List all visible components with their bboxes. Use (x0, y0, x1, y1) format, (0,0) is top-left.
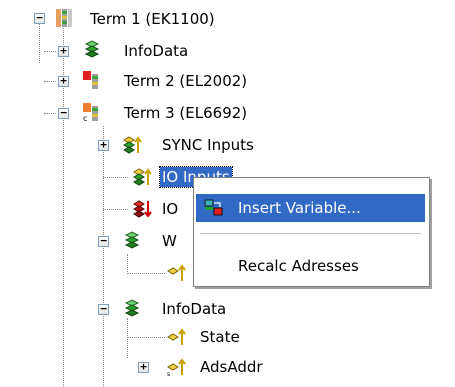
expand-icon[interactable]: + (58, 45, 69, 57)
expand-icon[interactable]: + (58, 75, 69, 87)
tree-guide-line (127, 318, 128, 358)
tree-guide-line (127, 254, 128, 274)
digital-output-terminal-icon (83, 71, 98, 89)
tree-guide-line (103, 177, 128, 178)
expand-icon[interactable]: + (138, 361, 149, 373)
context-menu: Insert Variable... Recalc Adresses (193, 177, 430, 287)
input-variable-icon (133, 168, 152, 186)
tree-item-label: IO (162, 200, 179, 218)
bridge-terminal-icon: c (83, 103, 98, 122)
tree-guide-line (44, 51, 56, 52)
tree-item-label: Term 2 (EL2002) (124, 72, 248, 90)
expand-icon[interactable]: + (98, 139, 109, 151)
infodata-icon (124, 299, 140, 317)
output-variable-icon (133, 200, 152, 218)
infodata-icon (124, 231, 140, 249)
tree-item-label: Term 3 (EL6692) (124, 104, 248, 122)
input-variable-icon: s (167, 358, 186, 377)
tree-item-label: W (162, 232, 177, 250)
menu-item-recalc-adresses[interactable]: Recalc Adresses (196, 252, 425, 280)
input-variable-icon (167, 264, 186, 281)
collapse-icon[interactable]: − (98, 235, 109, 247)
menu-separator (200, 233, 421, 235)
menu-item-label: Insert Variable... (238, 199, 361, 217)
tree-item-label: InfoData (124, 42, 189, 60)
infodata-icon (84, 40, 100, 58)
tree-item-label: SYNC Inputs (162, 136, 254, 154)
input-variable-icon (167, 328, 186, 345)
tree-guide-line (127, 273, 165, 274)
tree-guide-line (39, 23, 40, 63)
input-variable-icon (123, 136, 142, 154)
tree-guide-line (103, 209, 128, 210)
insert-variable-icon (204, 199, 223, 216)
svg-text:s: s (167, 371, 170, 377)
tree-item-label: State (200, 328, 240, 346)
collapse-icon[interactable]: − (34, 12, 45, 24)
tree-guide-line (103, 126, 104, 387)
tree-item-label: InfoData (162, 300, 227, 318)
tree-guide-line (44, 113, 56, 114)
tree-guide-line (44, 81, 56, 82)
collapse-icon[interactable]: − (98, 303, 109, 315)
tree-guide-line (127, 337, 165, 338)
svg-text:c: c (83, 114, 87, 122)
tree-item-label: AdsAddr (200, 358, 263, 376)
menu-item-insert-variable[interactable]: Insert Variable... (196, 194, 425, 222)
collapse-icon[interactable]: − (58, 107, 69, 119)
ethercat-coupler-icon (56, 9, 72, 27)
tree-item-label: Term 1 (EK1100) (90, 10, 215, 28)
menu-item-label: Recalc Adresses (238, 257, 359, 275)
